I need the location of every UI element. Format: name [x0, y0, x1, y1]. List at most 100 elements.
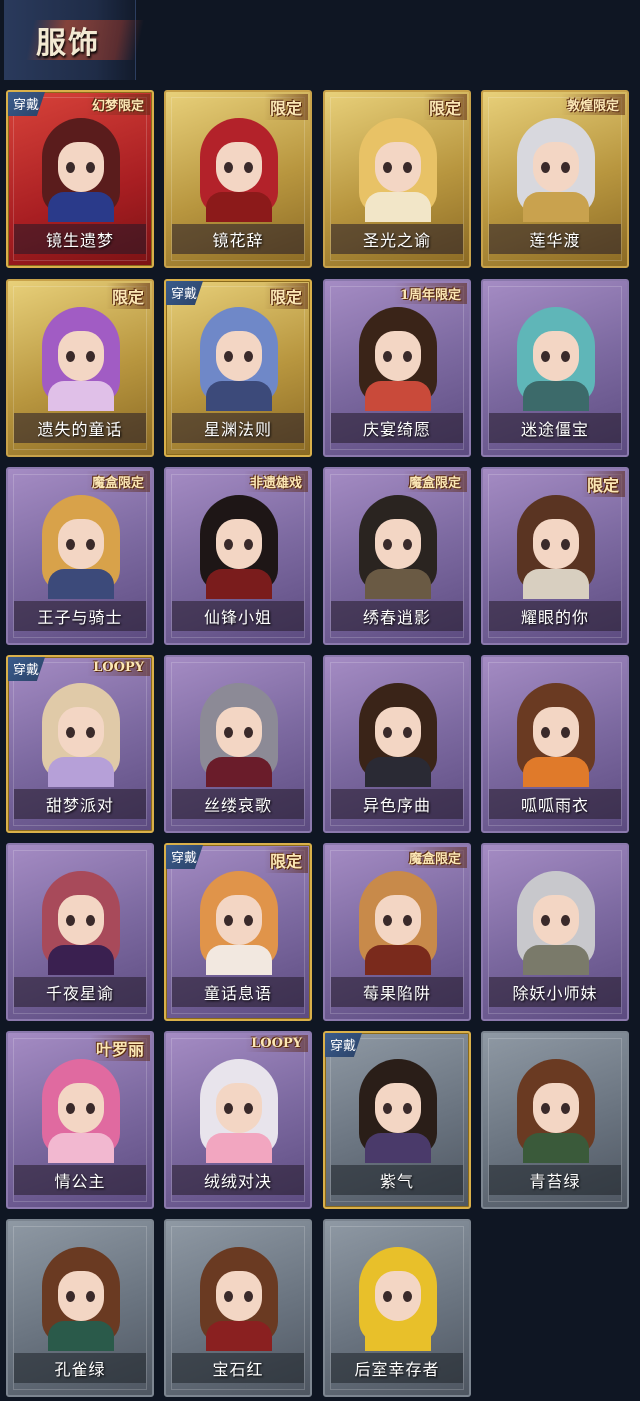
limited-badge: 限定 — [580, 471, 625, 497]
portrait-eye — [403, 351, 412, 362]
portrait-eye — [66, 351, 75, 362]
portrait-eye — [86, 539, 95, 550]
costume-card[interactable]: 魔盒限定王子与骑士 — [6, 467, 154, 645]
limited-badge: 魔盒限定 — [85, 471, 150, 492]
portrait-outfit — [48, 381, 114, 411]
costume-card[interactable]: 限定 圣光之谕 — [323, 90, 471, 268]
portrait-eye — [541, 351, 550, 362]
costume-name: 情公主 — [54, 1172, 106, 1191]
portrait-eye — [383, 351, 392, 362]
costume-card[interactable]: 限定 穿戴 星渊法则 — [164, 279, 312, 457]
portrait-eye — [383, 539, 392, 550]
character-portrait — [38, 865, 124, 975]
character-portrait — [196, 489, 282, 599]
character-portrait — [196, 1241, 282, 1351]
portrait-outfit — [206, 192, 272, 222]
limited-badge: 幻梦限定 — [85, 94, 150, 115]
card-label-bar: 后室幸存者 — [331, 1353, 463, 1383]
costume-name: 紫气 — [379, 1172, 414, 1191]
portrait-eye — [244, 915, 253, 926]
costume-card[interactable]: 异色序曲 — [323, 655, 471, 833]
portrait-face — [375, 895, 421, 945]
portrait-eye — [244, 351, 253, 362]
portrait-face — [216, 519, 262, 569]
portrait-face — [216, 895, 262, 945]
costume-card[interactable]: 除妖小师妹 — [481, 843, 629, 1021]
costume-card[interactable]: 限定 遗失的童话 — [6, 279, 154, 457]
portrait-eye — [224, 162, 233, 173]
portrait-outfit — [365, 757, 431, 787]
portrait-eye — [224, 1291, 233, 1302]
costume-card[interactable]: 叶罗丽 情公主 — [6, 1031, 154, 1209]
costume-card[interactable]: LOOPY 绒绒对决 — [164, 1031, 312, 1209]
character-portrait — [513, 112, 599, 222]
costume-card[interactable]: 魔盒限定 绣春逍影 — [323, 467, 471, 645]
portrait-eye — [66, 915, 75, 926]
card-label-bar: 孔雀绿 — [14, 1353, 146, 1383]
card-label-bar: 绒绒对决 — [172, 1165, 304, 1195]
limited-badge: 敦煌限定 — [560, 94, 625, 115]
character-portrait — [355, 1241, 441, 1351]
portrait-face — [58, 707, 104, 757]
costume-card[interactable]: 穿戴 紫气 — [323, 1031, 471, 1209]
portrait-eye — [541, 915, 550, 926]
portrait-eye — [561, 539, 570, 550]
costume-card[interactable]: 后室幸存者 — [323, 1219, 471, 1397]
card-label-bar: 迷途僵宝 — [489, 413, 621, 443]
costume-card[interactable]: 宝石红 — [164, 1219, 312, 1397]
card-label-bar: 圣光之谕 — [331, 224, 463, 254]
limited-badge: LOOPY — [87, 659, 150, 676]
costume-name: 孔雀绿 — [54, 1360, 106, 1379]
limited-badge: 非遗雄戏 — [243, 471, 308, 492]
card-label-bar: 紫气 — [331, 1165, 463, 1195]
portrait-eye — [224, 539, 233, 550]
portrait-face — [58, 895, 104, 945]
costume-card[interactable]: 迷途僵宝 — [481, 279, 629, 457]
portrait-eye — [403, 1291, 412, 1302]
costume-card[interactable]: 孔雀绿 — [6, 1219, 154, 1397]
costume-card[interactable]: 呱呱雨衣 — [481, 655, 629, 833]
portrait-eye — [86, 351, 95, 362]
portrait-eye — [541, 1103, 550, 1114]
character-portrait — [355, 489, 441, 599]
costume-name: 仙锋小姐 — [203, 608, 272, 627]
portrait-eye — [224, 915, 233, 926]
portrait-eye — [224, 727, 233, 738]
costume-name: 镜花辞 — [212, 231, 264, 250]
costume-card[interactable]: 敦煌限定 莲华渡 — [481, 90, 629, 268]
portrait-outfit — [523, 192, 589, 222]
card-label-bar: 除妖小师妹 — [489, 977, 621, 1007]
costume-card[interactable]: 非遗雄戏仙锋小姐 — [164, 467, 312, 645]
character-portrait — [38, 1053, 124, 1163]
portrait-eye — [66, 727, 75, 738]
card-label-bar: 耀眼的你 — [489, 601, 621, 631]
costume-name: 星渊法则 — [203, 420, 272, 439]
portrait-eye — [403, 727, 412, 738]
portrait-face — [375, 707, 421, 757]
character-portrait — [355, 301, 441, 411]
card-label-bar: 王子与骑士 — [14, 601, 146, 631]
card-label-bar: 遗失的童话 — [14, 413, 146, 443]
costume-card[interactable]: 限定 镜花辞 — [164, 90, 312, 268]
card-label-bar: 星渊法则 — [172, 413, 304, 443]
costume-card[interactable]: 青苔绿 — [481, 1031, 629, 1209]
costume-grid: 幻梦限定 穿戴 镜生遗梦 限定 镜花辞 限定 圣光之谕 敦煌限定 莲华渡 限定 遗失的童话 限定 穿戴星… — [0, 0, 640, 1401]
portrait-face — [58, 519, 104, 569]
costume-card[interactable]: 1周年限定 庆宴绮愿 — [323, 279, 471, 457]
portrait-outfit — [206, 381, 272, 411]
costume-card[interactable]: 千夜星谕 — [6, 843, 154, 1021]
costume-card[interactable]: 限定耀眼的你 — [481, 467, 629, 645]
costume-card[interactable]: LOOPY 穿戴 甜梦派对 — [6, 655, 154, 833]
costume-card[interactable]: 幻梦限定 穿戴 镜生遗梦 — [6, 90, 154, 268]
character-portrait — [196, 865, 282, 975]
character-portrait — [355, 865, 441, 975]
portrait-eye — [86, 162, 95, 173]
portrait-face — [375, 142, 421, 192]
portrait-eye — [403, 915, 412, 926]
costume-card[interactable]: 丝缕哀歌 — [164, 655, 312, 833]
portrait-eye — [403, 539, 412, 550]
costume-card[interactable]: 限定 穿戴 童话息语 — [164, 843, 312, 1021]
portrait-outfit — [365, 945, 431, 975]
costume-name: 耀眼的你 — [520, 608, 589, 627]
costume-card[interactable]: 魔盒限定 莓果陷阱 — [323, 843, 471, 1021]
